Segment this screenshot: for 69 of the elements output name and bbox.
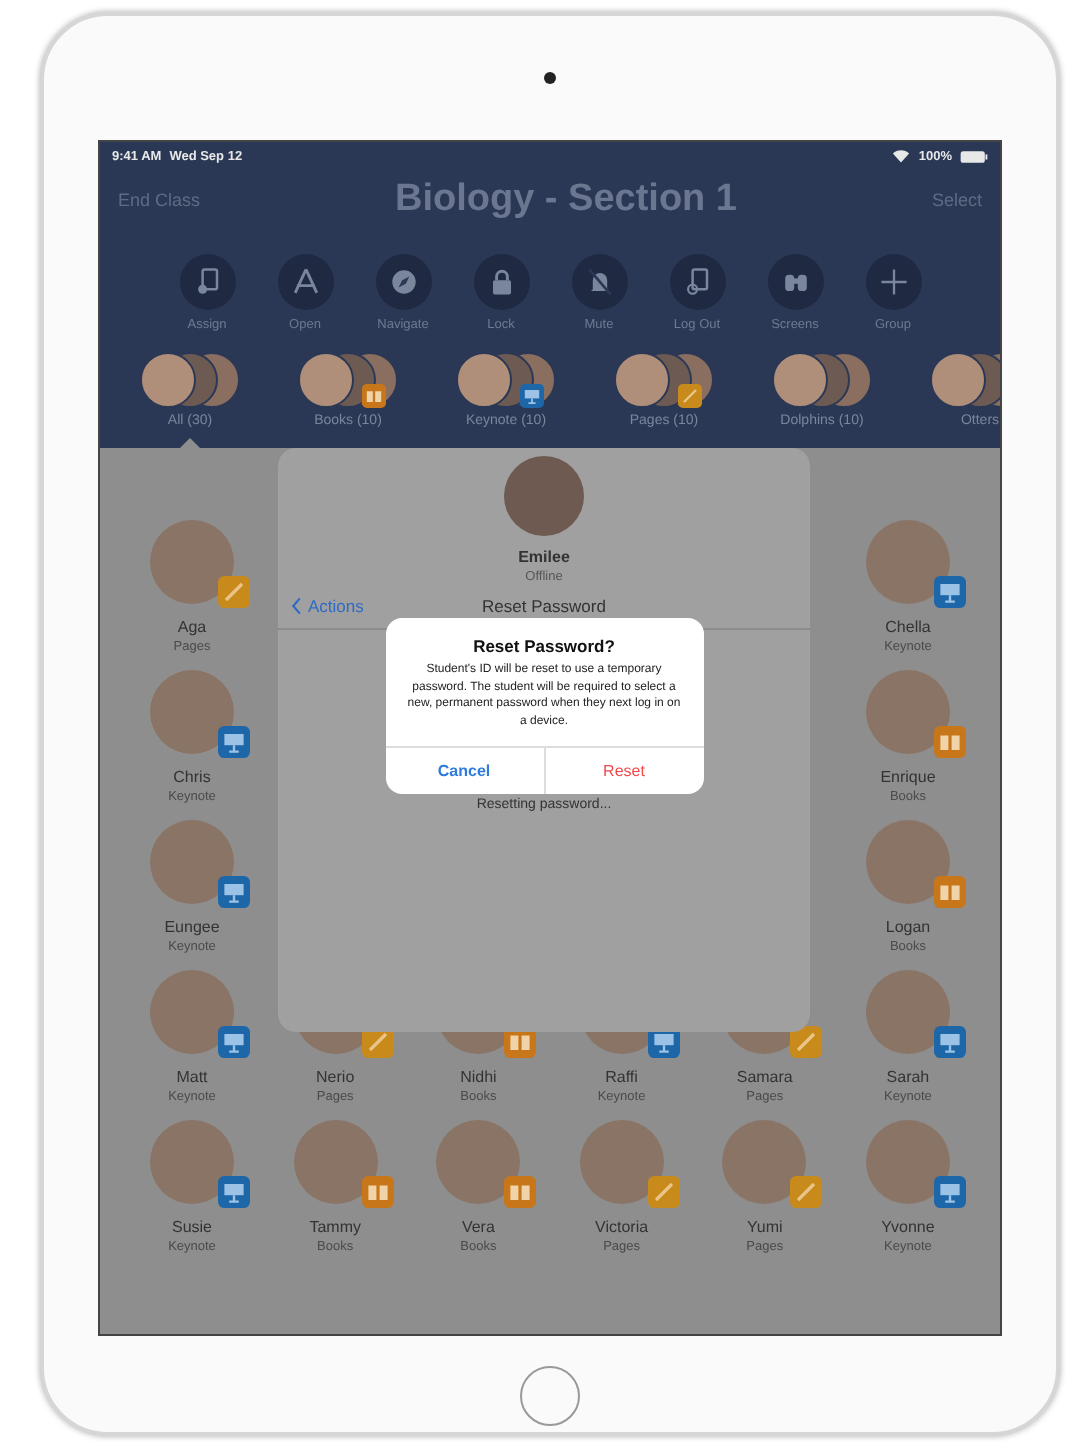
podium-app-icon [218,726,250,758]
student-name: Aga [177,618,207,636]
pen-app-icon [678,384,702,408]
battery-icon [960,149,988,163]
wifi-icon [892,147,911,165]
avatar-placeholder [150,970,234,1054]
chevron-left-icon [290,596,302,616]
back-button[interactable]: Actions [290,596,364,616]
avatar-placeholder [140,352,196,408]
avatar-placeholder [865,1120,950,1204]
avatar-placeholder [722,1120,807,1204]
avatar-placeholder [150,670,234,754]
student-name: Chella [885,618,931,636]
student-name: Logan [885,918,931,936]
book-app-icon [934,726,966,758]
student-name: Raffi [605,1068,638,1086]
alert-title: Reset Password? [473,636,615,656]
student-name: Nerio [316,1068,355,1086]
home-button[interactable] [520,1366,580,1426]
student-name: Yvonne [881,1218,935,1236]
plus-icon [875,264,911,300]
podium-app-icon [218,1176,250,1208]
class-title: Biology - Section 1 [394,178,738,222]
pen-app-icon [647,1176,680,1208]
student-name: Emilee [518,548,570,566]
student-name: Vera [461,1218,495,1236]
avatar-placeholder [436,1120,521,1204]
student-name: Yumi [746,1218,783,1236]
avatar-placeholder [865,970,950,1054]
pen-app-icon [790,1176,823,1208]
student-name: Sarah [886,1068,930,1086]
book-app-icon [934,876,966,908]
pen-app-icon [218,576,250,608]
book-app-icon [504,1176,537,1208]
student-name: Chris [173,768,211,786]
pen-app-icon [790,1026,823,1058]
student-name: Matt [176,1068,208,1086]
avatar-placeholder [866,520,950,604]
avatar-placeholder [293,1120,378,1204]
avatar-placeholder [772,352,828,408]
student-name: Eungee [164,918,220,936]
avatar-placeholder [150,1120,234,1204]
podium-app-icon [934,576,966,608]
podium-app-icon [218,876,250,908]
avatar-placeholder [866,670,950,754]
cancel-button[interactable]: Cancel [385,748,543,794]
book-app-icon [361,1176,394,1208]
podium-app-icon [520,384,544,408]
camera-dot [544,72,556,84]
avatar-placeholder [150,820,234,904]
student-name: Samara [736,1068,793,1086]
avatar-placeholder [866,820,950,904]
avatar-placeholder [456,352,512,408]
popover-title: Reset Password [482,596,606,616]
podium-app-icon [933,1026,966,1058]
book-app-icon [362,384,386,408]
avatar-placeholder [614,352,670,408]
student-name: Enrique [880,768,936,786]
avatar-placeholder [579,1120,664,1204]
student-name: Tammy [309,1218,361,1236]
student-name: Victoria [595,1218,649,1236]
avatar-placeholder [504,456,584,536]
podium-app-icon [218,1026,250,1058]
student-name: Nidhi [460,1068,497,1086]
student-name: Susie [171,1218,212,1236]
podium-app-icon [933,1176,966,1208]
avatar-placeholder [298,352,354,408]
reset-button[interactable]: Reset [543,748,703,794]
avatar-placeholder [150,520,234,604]
